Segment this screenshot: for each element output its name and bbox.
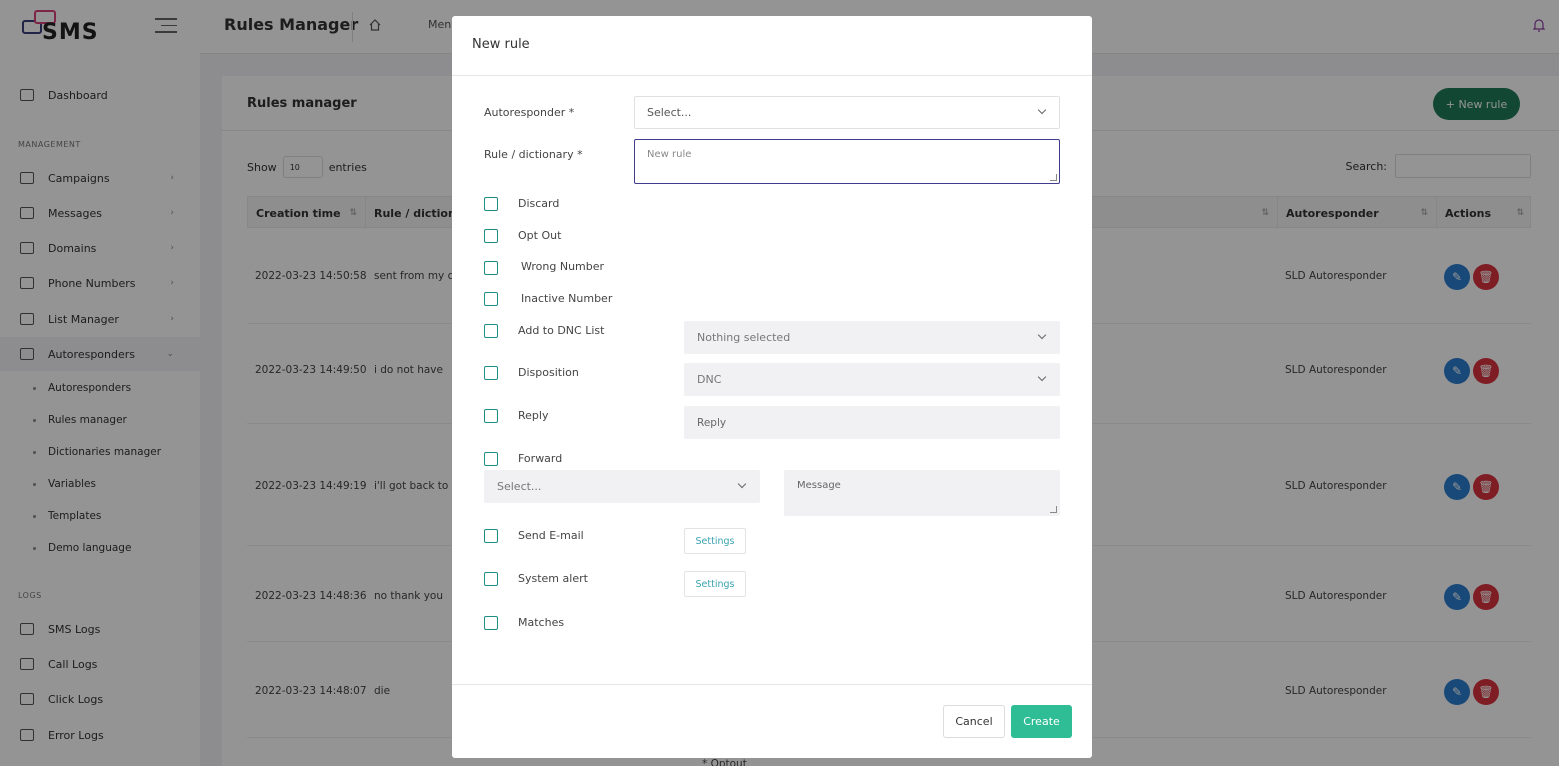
chevron-down-icon bbox=[1037, 105, 1047, 115]
dnc-list-select[interactable]: Nothing selected bbox=[684, 321, 1060, 354]
reply-input[interactable]: Reply bbox=[684, 406, 1060, 439]
chevron-down-icon bbox=[737, 479, 747, 489]
email-settings-button[interactable]: Settings bbox=[684, 528, 746, 554]
add-dnc-checkbox[interactable] bbox=[484, 324, 498, 338]
send-email-label: Send E-mail bbox=[518, 529, 584, 542]
chevron-down-icon bbox=[1037, 330, 1047, 340]
wrong-number-label: Wrong Number bbox=[521, 260, 605, 273]
add-dnc-label: Add to DNC List bbox=[518, 324, 605, 337]
resize-handle-icon[interactable] bbox=[1050, 174, 1057, 181]
divider bbox=[452, 75, 1092, 76]
forward-select[interactable]: Select... bbox=[484, 470, 760, 503]
matches-checkbox[interactable] bbox=[484, 616, 498, 630]
opt-out-checkbox[interactable] bbox=[484, 229, 498, 243]
inactive-number-checkbox[interactable] bbox=[484, 292, 498, 306]
system-alert-checkbox[interactable] bbox=[484, 572, 498, 586]
cancel-button[interactable]: Cancel bbox=[943, 705, 1005, 738]
matches-label: Matches bbox=[518, 616, 565, 629]
send-email-checkbox[interactable] bbox=[484, 529, 498, 543]
new-rule-modal: New rule Autoresponder * Select... Rule … bbox=[452, 16, 1092, 758]
reply-checkbox[interactable] bbox=[484, 409, 498, 423]
rule-input[interactable]: New rule bbox=[634, 139, 1060, 184]
inactive-number-label: Inactive Number bbox=[521, 292, 613, 305]
system-alert-label: System alert bbox=[518, 572, 588, 585]
forward-label: Forward bbox=[518, 452, 563, 465]
rule-dictionary-label: Rule / dictionary * bbox=[484, 148, 583, 161]
disposition-select[interactable]: DNC bbox=[684, 363, 1060, 396]
autoresponder-select[interactable]: Select... bbox=[634, 96, 1060, 129]
discard-label: Discard bbox=[518, 197, 560, 210]
disposition-label: Disposition bbox=[518, 366, 579, 379]
create-button[interactable]: Create bbox=[1011, 705, 1072, 738]
forward-checkbox[interactable] bbox=[484, 452, 498, 466]
opt-out-label: Opt Out bbox=[518, 229, 562, 242]
disposition-checkbox[interactable] bbox=[484, 366, 498, 380]
forward-message-input[interactable]: Message bbox=[784, 470, 1060, 516]
alert-settings-button[interactable]: Settings bbox=[684, 571, 746, 597]
chevron-down-icon bbox=[1037, 372, 1047, 382]
resize-handle-icon[interactable] bbox=[1050, 506, 1057, 513]
discard-checkbox[interactable] bbox=[484, 197, 498, 211]
modal-title: New rule bbox=[472, 37, 530, 52]
wrong-number-checkbox[interactable] bbox=[484, 261, 498, 275]
autoresponder-label: Autoresponder * bbox=[484, 106, 575, 119]
reply-label: Reply bbox=[518, 409, 549, 422]
divider bbox=[452, 684, 1092, 685]
